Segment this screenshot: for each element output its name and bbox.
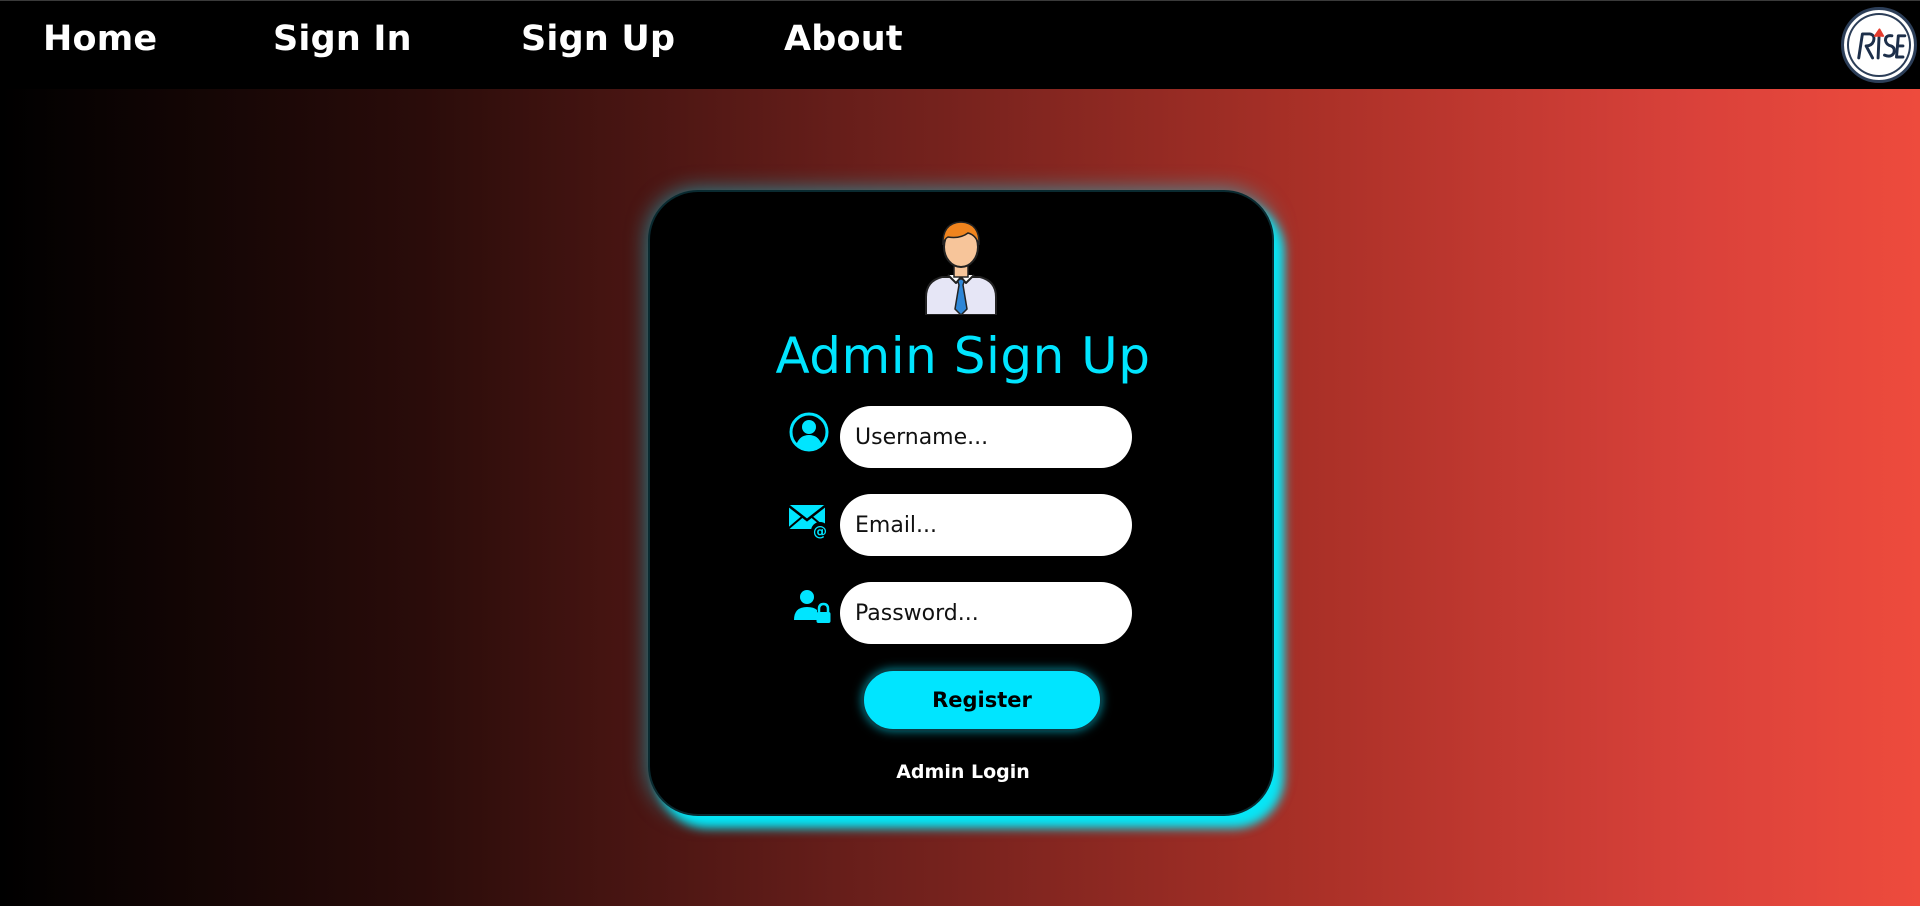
admin-avatar-icon [920,217,1002,315]
page: Home Sign In Sign Up About Admin Sign Up… [0,0,1920,906]
top-navbar: Home Sign In Sign Up About [0,0,1920,89]
admin-signup-card: Admin Sign Up @ [648,190,1274,816]
svg-text:@: @ [813,524,827,540]
nav-home-link[interactable]: Home [43,19,157,59]
email-input[interactable] [840,494,1132,556]
nav-sign-in-link[interactable]: Sign In [273,19,412,59]
nav-about-link[interactable]: About [784,19,903,59]
register-button[interactable]: Register [862,669,1102,731]
username-input[interactable] [840,406,1132,468]
admin-login-link[interactable]: Admin Login [650,761,1276,783]
mail-at-icon: @ [788,500,830,542]
user-circle-icon [788,411,830,453]
rise-logo[interactable] [1841,7,1917,83]
rise-logo-mark [1857,28,1907,60]
password-input[interactable] [840,582,1132,644]
nav-sign-up-link[interactable]: Sign Up [521,19,675,59]
user-lock-icon [792,586,834,628]
form-title: Admin Sign Up [775,327,1151,385]
